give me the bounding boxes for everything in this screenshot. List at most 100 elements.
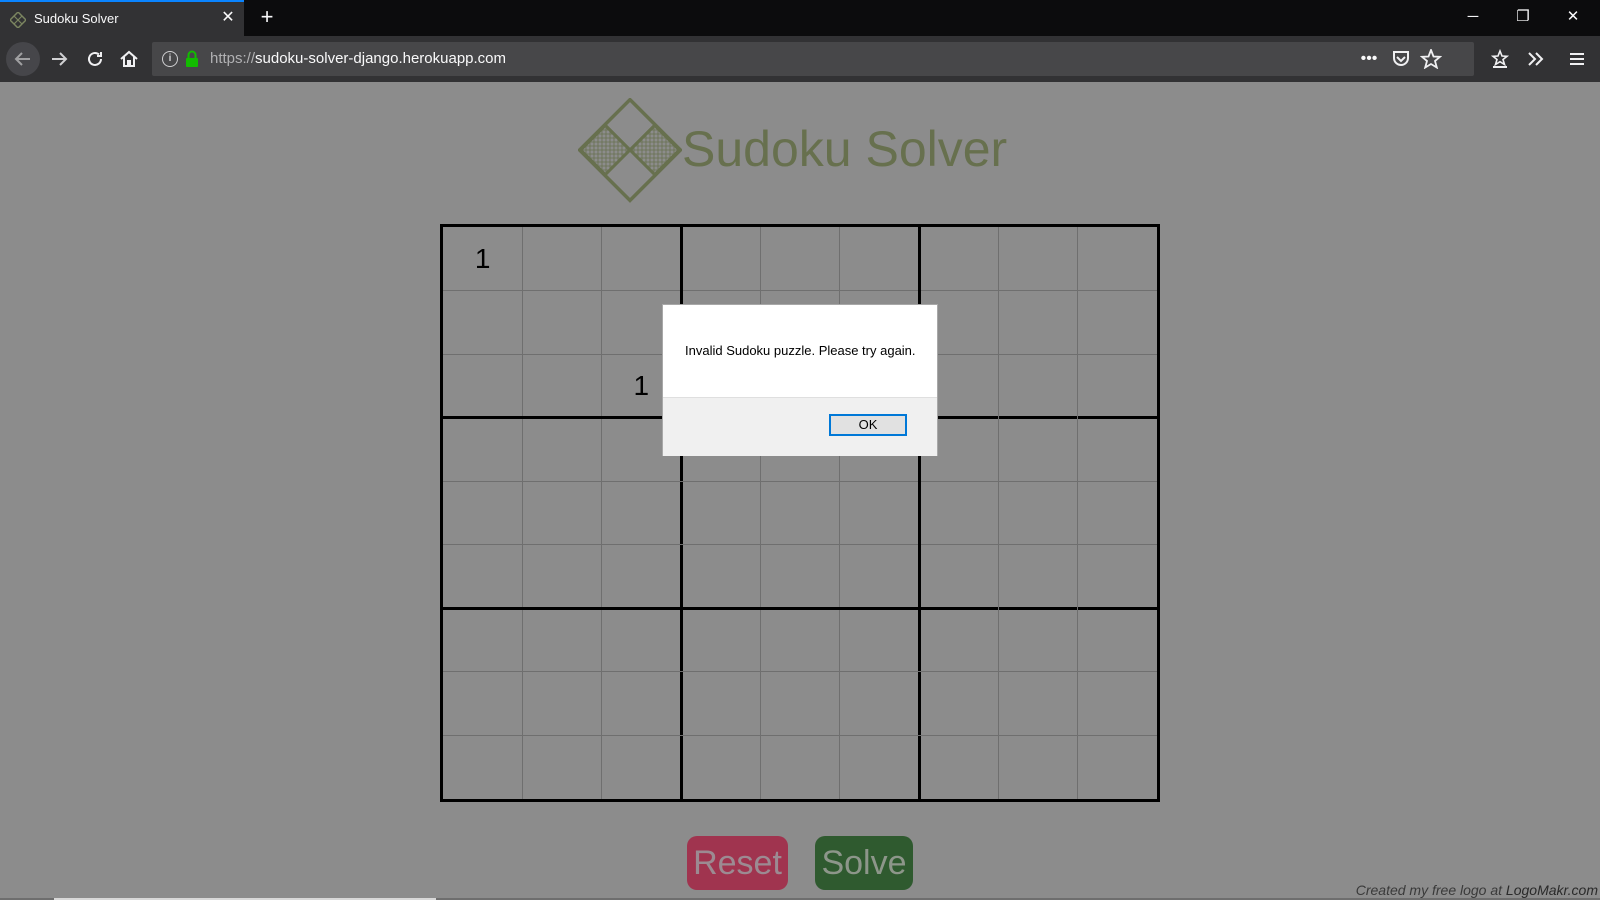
sudoku-cell[interactable] bbox=[1078, 672, 1157, 736]
reload-icon bbox=[88, 51, 102, 66]
sudoku-cell[interactable] bbox=[1078, 545, 1157, 609]
sudoku-cell[interactable] bbox=[681, 227, 760, 291]
back-button[interactable] bbox=[6, 42, 40, 76]
sudoku-cell[interactable] bbox=[443, 418, 522, 482]
sudoku-cell[interactable] bbox=[443, 354, 522, 418]
sudoku-cell[interactable] bbox=[760, 227, 839, 291]
sudoku-cell[interactable] bbox=[1078, 354, 1157, 418]
library-icon[interactable] bbox=[1490, 49, 1510, 69]
sudoku-cell[interactable] bbox=[681, 672, 760, 736]
sudoku-cell[interactable] bbox=[602, 481, 681, 545]
site-info-icon[interactable]: i bbox=[162, 51, 178, 67]
sudoku-cell[interactable] bbox=[998, 418, 1077, 482]
sudoku-cell[interactable] bbox=[602, 735, 681, 799]
sudoku-cell[interactable] bbox=[840, 545, 919, 609]
sudoku-cell[interactable] bbox=[522, 672, 601, 736]
sudoku-cell[interactable] bbox=[760, 672, 839, 736]
sudoku-cell[interactable] bbox=[681, 735, 760, 799]
bookmark-star-icon[interactable] bbox=[1420, 49, 1442, 69]
ok-button[interactable]: OK bbox=[829, 414, 907, 436]
sudoku-cell[interactable] bbox=[760, 608, 839, 672]
sudoku-cell[interactable] bbox=[443, 291, 522, 355]
sudoku-cell[interactable] bbox=[443, 608, 522, 672]
sudoku-cell[interactable] bbox=[602, 608, 681, 672]
reload-button[interactable] bbox=[80, 44, 110, 74]
sudoku-cell[interactable] bbox=[681, 545, 760, 609]
sudoku-cell[interactable] bbox=[840, 227, 919, 291]
sudoku-cell[interactable] bbox=[998, 227, 1077, 291]
reset-button[interactable]: Reset bbox=[687, 836, 788, 890]
sudoku-cell[interactable] bbox=[522, 735, 601, 799]
overflow-icon[interactable] bbox=[1526, 49, 1546, 69]
sudoku-cell[interactable] bbox=[998, 481, 1077, 545]
sudoku-cell[interactable] bbox=[1078, 418, 1157, 482]
sudoku-cell[interactable] bbox=[1078, 735, 1157, 799]
sudoku-cell[interactable] bbox=[998, 672, 1077, 736]
browser-navbar: i https://sudoku-solver-django.herokuapp… bbox=[0, 36, 1600, 82]
sudoku-cell[interactable] bbox=[522, 608, 601, 672]
sudoku-cell[interactable] bbox=[998, 735, 1077, 799]
sudoku-cell[interactable] bbox=[760, 545, 839, 609]
sudoku-cell[interactable] bbox=[1078, 481, 1157, 545]
sudoku-cell[interactable] bbox=[840, 672, 919, 736]
sudoku-cell[interactable] bbox=[998, 608, 1077, 672]
page-content: Sudoku Solver 11 Reset Solve Created my … bbox=[0, 82, 1600, 900]
logomakr-link[interactable]: LogoMakr.com bbox=[1506, 882, 1598, 898]
sudoku-cell[interactable] bbox=[522, 227, 601, 291]
sudoku-cell[interactable] bbox=[443, 545, 522, 609]
sudoku-cell[interactable] bbox=[1078, 608, 1157, 672]
pocket-icon[interactable] bbox=[1390, 49, 1412, 69]
sudoku-cell[interactable] bbox=[840, 608, 919, 672]
solve-button[interactable]: Solve bbox=[815, 836, 913, 890]
cell-divider-vertical bbox=[1077, 227, 1079, 799]
sudoku-cell[interactable] bbox=[998, 291, 1077, 355]
cell-divider-horizontal bbox=[443, 671, 1157, 673]
browser-tab[interactable]: Sudoku Solver ✕ bbox=[0, 0, 244, 36]
sudoku-cell[interactable] bbox=[522, 545, 601, 609]
sudoku-cell[interactable] bbox=[602, 227, 681, 291]
sudoku-cell[interactable] bbox=[760, 735, 839, 799]
sudoku-cell[interactable] bbox=[443, 735, 522, 799]
sudoku-cell[interactable] bbox=[919, 735, 998, 799]
sudoku-cell[interactable] bbox=[443, 481, 522, 545]
sudoku-cell[interactable] bbox=[681, 608, 760, 672]
sudoku-cell[interactable] bbox=[522, 418, 601, 482]
sudoku-cell[interactable] bbox=[840, 735, 919, 799]
more-icon[interactable]: ••• bbox=[1358, 49, 1380, 69]
close-window-button[interactable]: ✕ bbox=[1548, 0, 1598, 36]
sudoku-cell[interactable] bbox=[760, 481, 839, 545]
cell-divider-horizontal bbox=[443, 480, 1157, 482]
home-icon bbox=[120, 50, 138, 67]
sudoku-cell[interactable] bbox=[919, 227, 998, 291]
sudoku-cell[interactable] bbox=[919, 672, 998, 736]
sudoku-cell[interactable] bbox=[681, 481, 760, 545]
alert-dialog: Invalid Sudoku puzzle. Please try again.… bbox=[662, 304, 938, 456]
sudoku-cell[interactable] bbox=[522, 291, 601, 355]
sudoku-cell[interactable] bbox=[919, 608, 998, 672]
sudoku-cell[interactable] bbox=[919, 481, 998, 545]
tab-close-icon[interactable]: ✕ bbox=[218, 8, 238, 28]
cell-divider-vertical bbox=[601, 227, 603, 799]
url-bar[interactable]: i https://sudoku-solver-django.herokuapp… bbox=[152, 42, 1474, 76]
sudoku-cell[interactable]: 1 bbox=[443, 227, 522, 291]
forward-button[interactable] bbox=[44, 44, 74, 74]
sudoku-cell[interactable] bbox=[522, 354, 601, 418]
dialog-footer: OK bbox=[663, 397, 937, 456]
sudoku-cell[interactable] bbox=[998, 354, 1077, 418]
home-button[interactable] bbox=[114, 44, 144, 74]
menu-icon[interactable] bbox=[1568, 50, 1586, 68]
minimize-button[interactable]: ─ bbox=[1448, 0, 1498, 36]
sudoku-cell[interactable] bbox=[919, 545, 998, 609]
sudoku-cell[interactable] bbox=[998, 545, 1077, 609]
site-logo: Sudoku Solver bbox=[578, 98, 1007, 208]
sudoku-cell[interactable] bbox=[602, 672, 681, 736]
sudoku-cell[interactable] bbox=[522, 481, 601, 545]
new-tab-button[interactable]: + bbox=[256, 6, 278, 28]
cell-divider-horizontal bbox=[443, 734, 1157, 736]
sudoku-cell[interactable] bbox=[1078, 291, 1157, 355]
sudoku-cell[interactable] bbox=[1078, 227, 1157, 291]
sudoku-cell[interactable] bbox=[602, 545, 681, 609]
sudoku-cell[interactable] bbox=[443, 672, 522, 736]
restore-button[interactable]: ❐ bbox=[1498, 0, 1548, 36]
sudoku-cell[interactable] bbox=[840, 481, 919, 545]
